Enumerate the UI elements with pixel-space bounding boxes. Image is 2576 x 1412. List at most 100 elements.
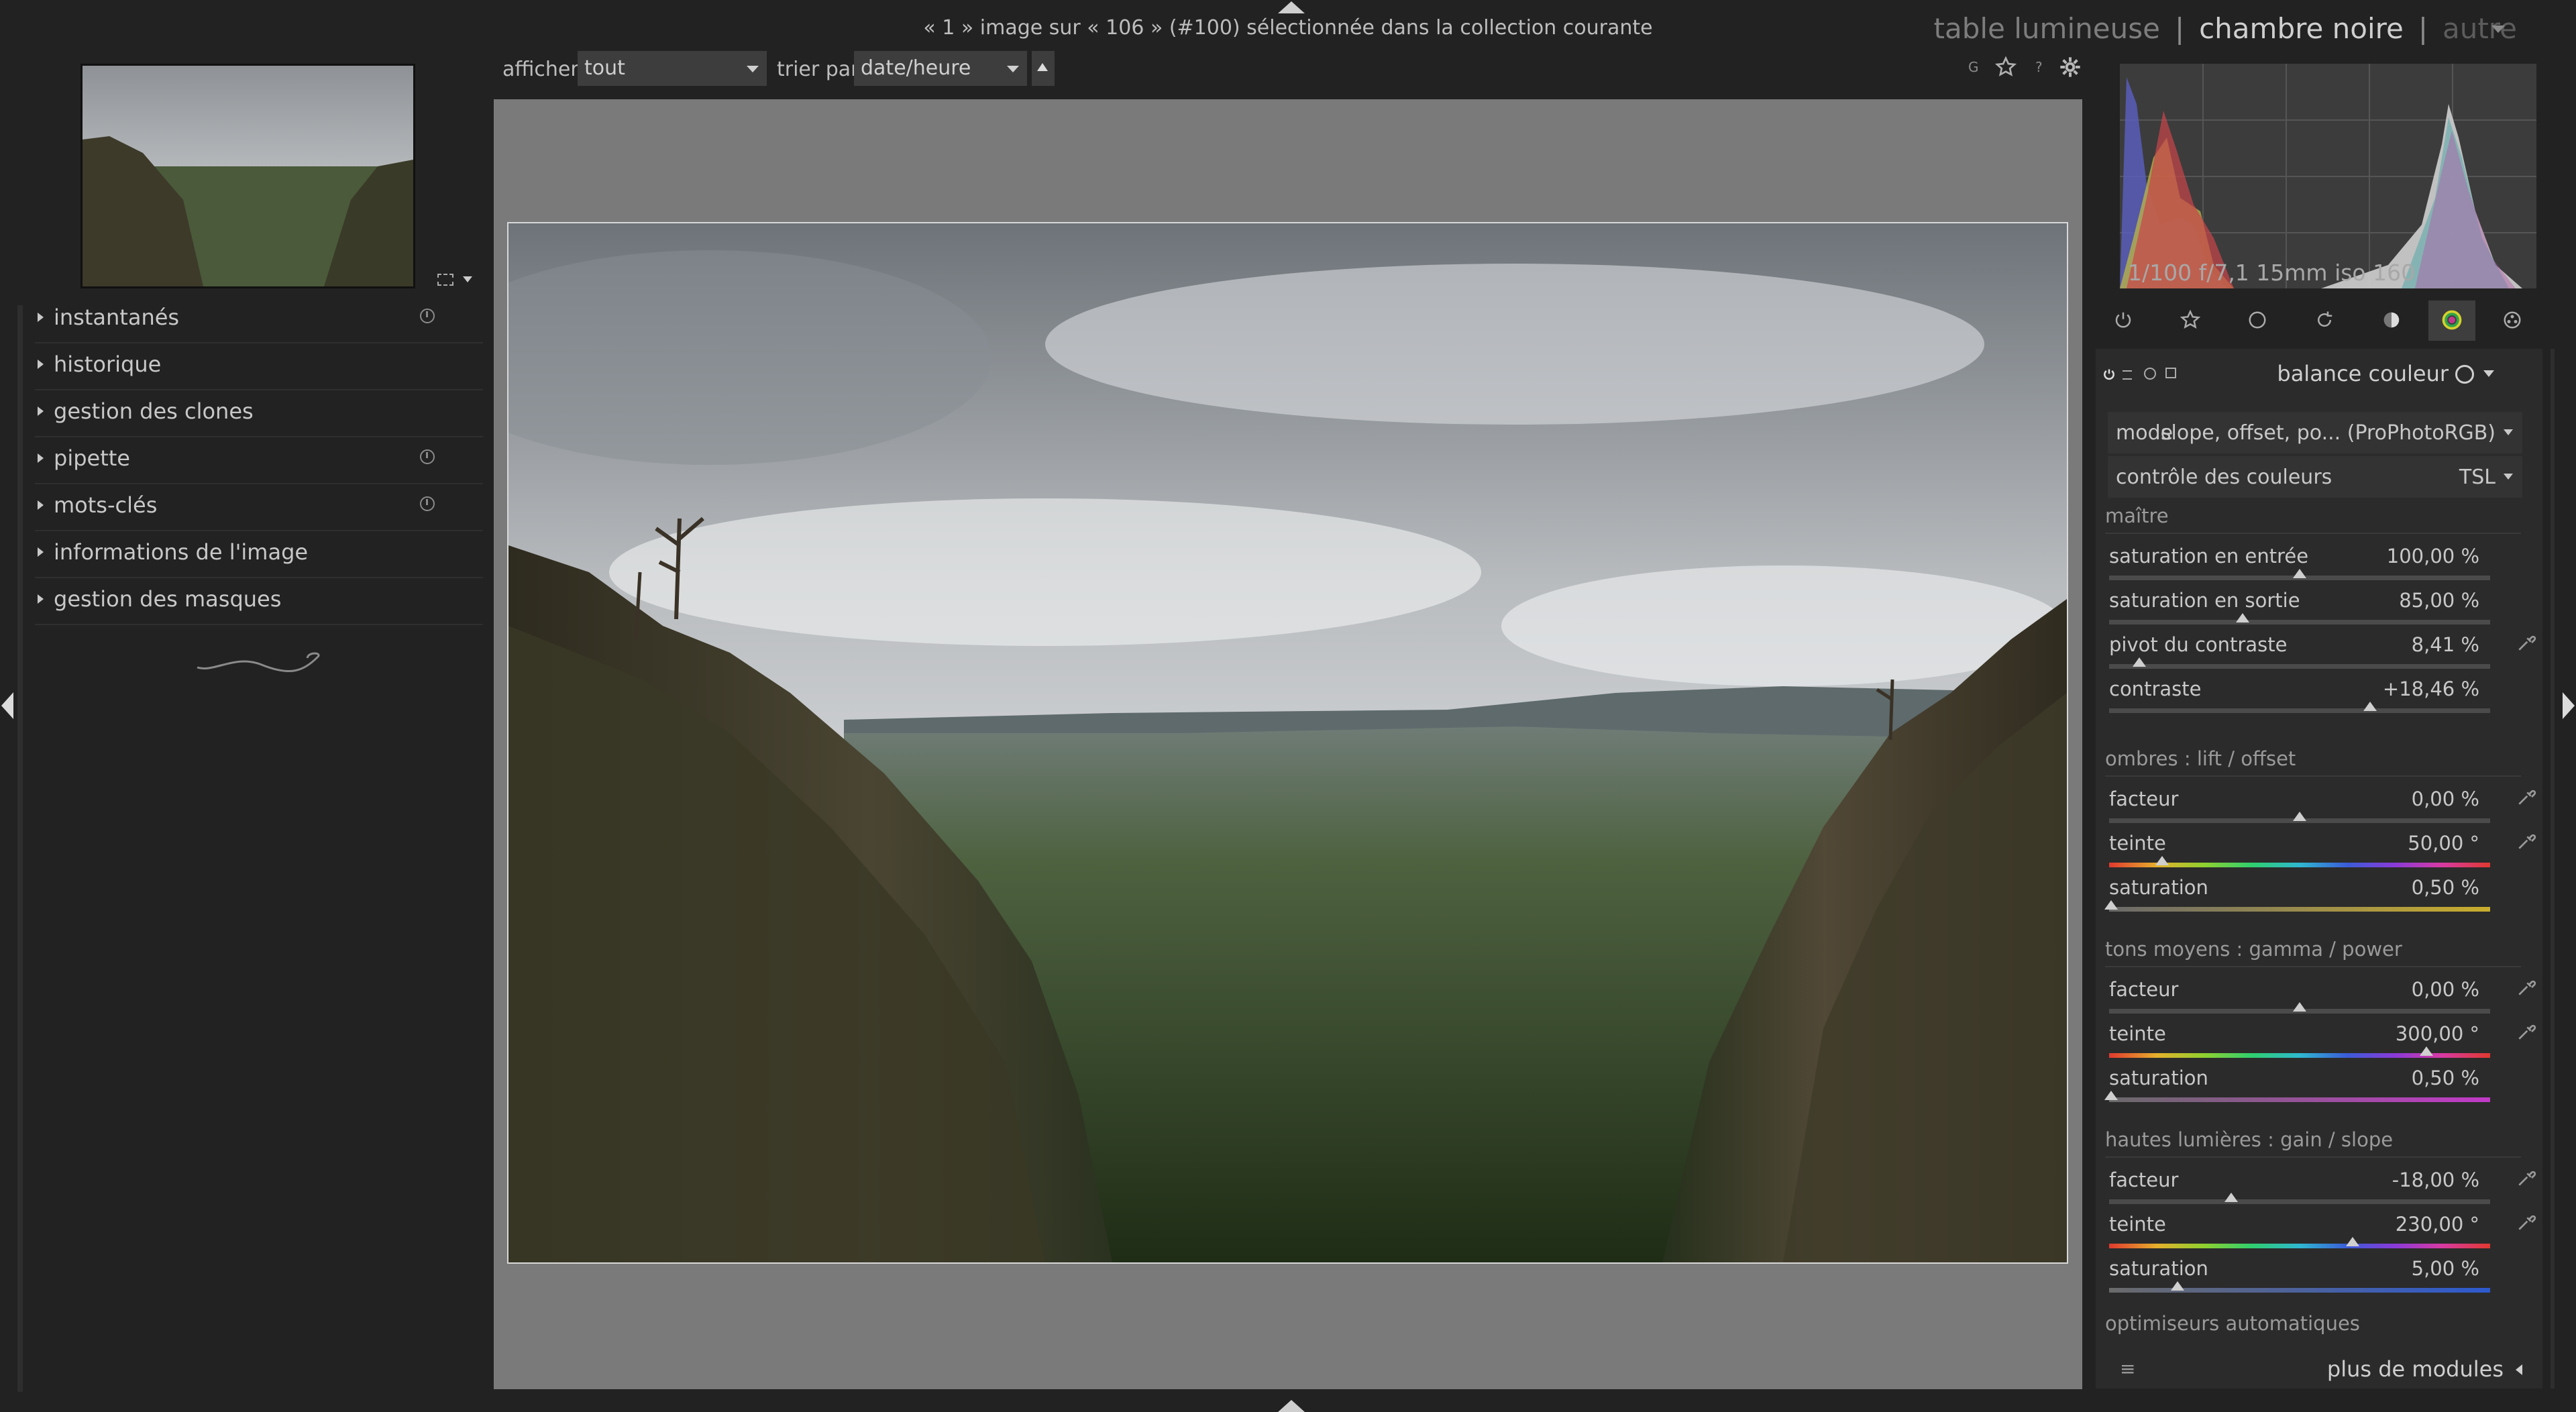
more-modules-label: plus de modules	[2326, 1356, 2504, 1382]
rotate-icon	[2318, 311, 2332, 327]
mode-combo[interactable]: mode slope, offset, po... (ProPhotoRGB)	[2108, 412, 2522, 453]
module-duplicate-manager[interactable]: gestion des clones	[35, 389, 483, 437]
chevron-down-icon[interactable]	[463, 276, 472, 282]
chevron-down-icon[interactable]	[2491, 25, 2505, 33]
color-picker-icon[interactable]	[2516, 632, 2537, 653]
slider-saturation[interactable]: saturation 5,00 %	[2109, 1256, 2498, 1297]
slider-track[interactable]	[2109, 664, 2490, 669]
view-lighttable[interactable]: table lumineuse	[1934, 12, 2160, 45]
slider-teinte[interactable]: teinte 230,00 °	[2109, 1211, 2536, 1253]
help-icon[interactable]: ?	[2035, 59, 2043, 75]
sort-combo[interactable]: date/heure	[854, 51, 1027, 86]
slider-teinte[interactable]: teinte 300,00 °	[2109, 1021, 2536, 1063]
grouping-icon[interactable]: G	[1968, 59, 1979, 75]
slider-handle[interactable]	[2235, 613, 2249, 622]
color-control-label: contrôle des couleurs	[2116, 466, 2332, 489]
fullscreen-icon[interactable]	[437, 274, 453, 286]
module-tagging[interactable]: mots-clés	[35, 483, 483, 531]
slider-handle[interactable]	[2293, 1002, 2306, 1012]
slider-track[interactable]	[2109, 1199, 2490, 1204]
slider-track[interactable]	[2109, 907, 2490, 912]
slider-handle[interactable]	[2171, 1281, 2185, 1291]
bottom-panel-toggle[interactable]	[1278, 1400, 1305, 1412]
show-filter-combo[interactable]: tout	[578, 51, 767, 86]
slider-pivot-du-contraste[interactable]: pivot du contraste 8,41 %	[2109, 632, 2536, 673]
slider-handle[interactable]	[2345, 1237, 2359, 1246]
module-title: balance couleur	[2277, 361, 2449, 386]
center-view[interactable]	[494, 99, 2082, 1389]
module-label: pipette	[54, 445, 130, 471]
top-panel-toggle[interactable]	[1278, 1, 1305, 13]
slider-track[interactable]	[2109, 1288, 2490, 1293]
menu-icon[interactable]: ≡	[2120, 1358, 2135, 1380]
slider-track[interactable]	[2109, 1244, 2490, 1248]
slider-handle[interactable]	[2104, 1091, 2118, 1100]
group-correction[interactable]	[2301, 301, 2348, 341]
reset-icon[interactable]	[420, 496, 435, 511]
slider-handle[interactable]	[2420, 1046, 2434, 1056]
slider-track[interactable]	[2109, 708, 2490, 713]
module-duplicate-icon[interactable]	[2165, 368, 2176, 378]
module-color-picker[interactable]: pipette	[35, 436, 483, 484]
main-image[interactable]	[507, 222, 2068, 1264]
slider-value: 0,00 %	[2411, 978, 2479, 1001]
module-reset-icon[interactable]	[2144, 368, 2156, 380]
slider-facteur[interactable]: facteur -18,00 %	[2109, 1167, 2536, 1209]
group-effects[interactable]	[2489, 301, 2536, 341]
chevron-down-icon	[2504, 429, 2513, 435]
slider-track[interactable]	[2109, 620, 2490, 624]
color-picker-icon[interactable]	[2516, 786, 2537, 808]
slider-handle[interactable]	[2293, 812, 2306, 821]
group-tone[interactable]	[2368, 301, 2415, 341]
slider-handle[interactable]	[2155, 856, 2169, 865]
slider-handle[interactable]	[2363, 702, 2377, 711]
slider-teinte[interactable]: teinte 50,00 °	[2109, 830, 2536, 872]
slider-handle[interactable]	[2224, 1193, 2238, 1202]
navigation-thumbnail[interactable]	[80, 64, 415, 288]
color-picker-icon[interactable]	[2516, 977, 2537, 998]
module-header[interactable]: balance couleur	[2096, 349, 2542, 397]
module-history[interactable]: historique	[35, 342, 483, 390]
module-mask-manager[interactable]: gestion des masques	[35, 577, 483, 625]
color-picker-icon[interactable]	[2516, 830, 2537, 852]
group-favorites[interactable]	[2167, 301, 2214, 341]
slider-saturation-en-entrée[interactable]: saturation en entrée 100,00 %	[2109, 543, 2498, 585]
group-active-modules[interactable]	[2100, 301, 2147, 341]
group-base[interactable]	[2234, 301, 2281, 341]
color-control-combo[interactable]: contrôle des couleurs TSL	[2108, 456, 2522, 498]
module-presets-icon[interactable]	[2123, 370, 2132, 380]
module-snapshots[interactable]: instantanés	[35, 295, 483, 343]
slider-handle[interactable]	[2293, 569, 2306, 578]
slider-saturation[interactable]: saturation 0,50 %	[2104, 875, 2498, 916]
slider-facteur[interactable]: facteur 0,00 %	[2109, 786, 2536, 828]
mask-icon[interactable]	[2455, 365, 2474, 384]
reset-icon[interactable]	[420, 309, 435, 323]
view-darkroom[interactable]: chambre noire	[2199, 12, 2404, 45]
slider-handle[interactable]	[2133, 657, 2147, 667]
right-panel-toggle[interactable]	[2563, 692, 2575, 719]
chevron-down-icon[interactable]	[2483, 370, 2494, 377]
left-panel-toggle[interactable]	[1, 692, 13, 719]
slider-handle[interactable]	[2104, 900, 2118, 910]
section-title: ombres : lift / offset	[2105, 747, 2521, 777]
slider-facteur[interactable]: facteur 0,00 %	[2109, 977, 2536, 1018]
histogram[interactable]: 1/100 f/7,1 15mm iso 160	[2120, 64, 2536, 288]
reset-icon[interactable]	[420, 449, 435, 464]
slider-track[interactable]	[2109, 1097, 2490, 1102]
right-scrollbar[interactable]	[2551, 349, 2555, 1389]
color-picker-icon[interactable]	[2516, 1167, 2537, 1189]
star-icon[interactable]	[1995, 56, 2017, 78]
color-picker-icon[interactable]	[2516, 1211, 2537, 1233]
view-other[interactable]: autre	[2443, 12, 2517, 45]
slider-saturation-en-sortie[interactable]: saturation en sortie 85,00 %	[2109, 588, 2498, 629]
slider-contraste[interactable]: contraste +18,46 %	[2109, 676, 2498, 718]
module-image-information[interactable]: informations de l'image	[35, 530, 483, 578]
gear-icon[interactable]	[2059, 56, 2081, 78]
group-color[interactable]	[2428, 301, 2475, 341]
slider-saturation[interactable]: saturation 0,50 %	[2104, 1065, 2498, 1107]
more-modules-bar[interactable]: ≡ plus de modules	[2096, 1350, 2542, 1389]
sort-direction-button[interactable]	[1032, 51, 1055, 86]
left-scrollbar[interactable]	[17, 305, 23, 1392]
module-power-icon[interactable]	[2102, 368, 2116, 381]
color-picker-icon[interactable]	[2516, 1021, 2537, 1042]
